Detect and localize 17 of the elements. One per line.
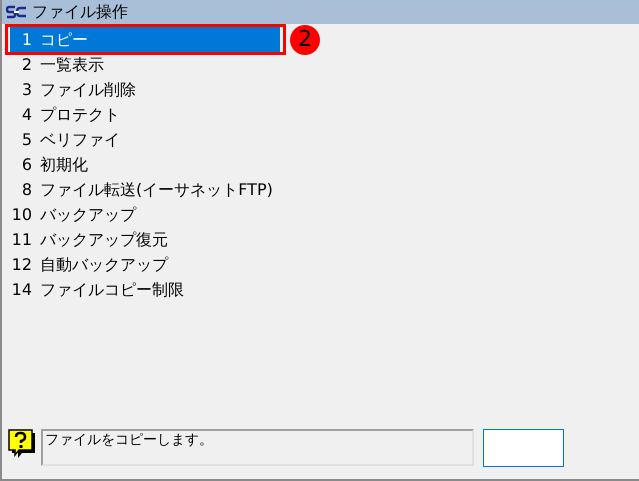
menu-item[interactable]: 8 ファイル転送(イーサネットFTP) (10, 177, 280, 202)
window-title: ファイル操作 (32, 4, 128, 20)
app-icon (6, 5, 28, 19)
menu-item[interactable]: 1 コピー (10, 27, 280, 52)
menu-item[interactable]: 2 一覧表示 (10, 52, 280, 77)
help-icon (8, 429, 36, 459)
menu-item[interactable]: 6 初期化 (10, 152, 280, 177)
menu-item[interactable]: 10 バックアップ (10, 202, 280, 227)
input-field[interactable] (483, 429, 564, 467)
menu-item[interactable]: 5 ベリファイ (10, 127, 280, 152)
menu-item[interactable]: 11 バックアップ復元 (10, 227, 280, 252)
menu-item[interactable]: 4 プロテクト (10, 102, 280, 127)
message-box: ファイルをコピーします。 (41, 429, 474, 466)
menu-item[interactable]: 12 自動バックアップ (10, 252, 280, 277)
menu-item[interactable]: 3 ファイル削除 (10, 77, 280, 102)
menu-item[interactable]: 14 ファイルコピー制限 (10, 277, 280, 302)
step-number: 2 (290, 25, 320, 55)
